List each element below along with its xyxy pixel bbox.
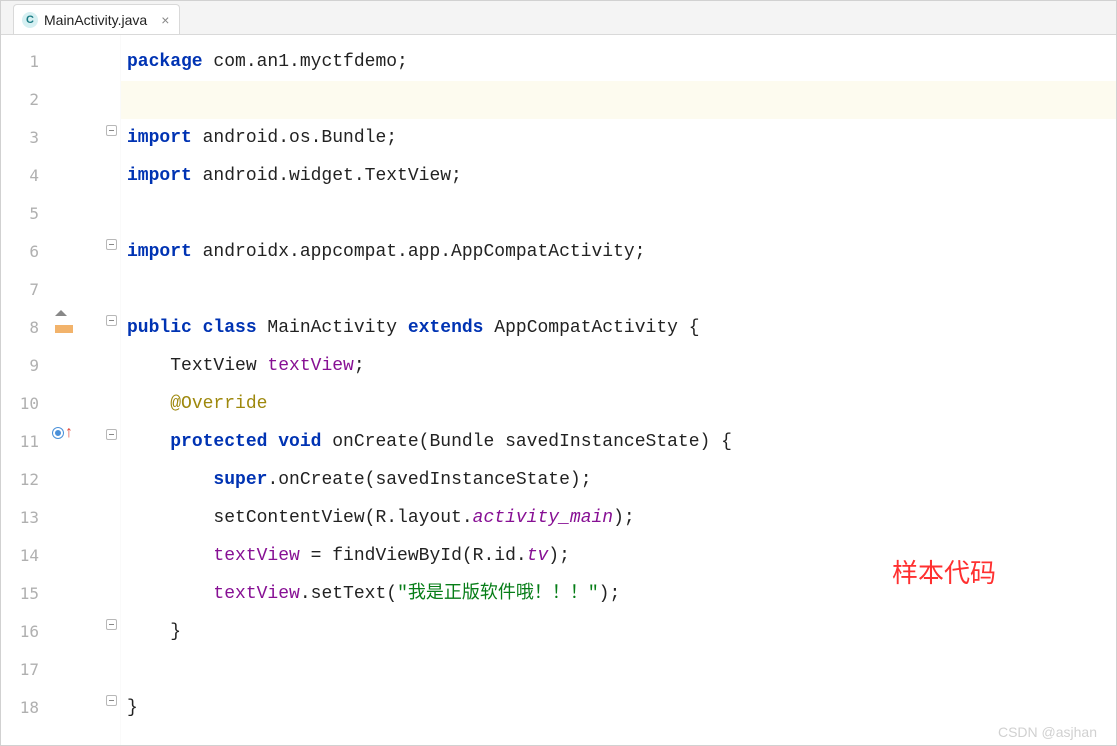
watermark: CSDN @asjhan (998, 724, 1097, 740)
line-number: 2 (1, 81, 49, 119)
code-area[interactable]: package com.an1.myctfdemo; import androi… (121, 35, 1116, 745)
code-line: import androidx.appcompat.app.AppCompatA… (121, 233, 1116, 271)
line-number: 10 (1, 385, 49, 423)
fold-toggle-icon[interactable] (106, 619, 117, 630)
fold-toggle-icon[interactable] (106, 239, 117, 250)
code-line (121, 81, 1116, 119)
code-line: } (121, 689, 1116, 727)
line-number: 13 (1, 499, 49, 537)
code-line (121, 195, 1116, 233)
line-number: 9 (1, 347, 49, 385)
editor-window: C MainActivity.java × 1 2 3 4 5 6 7 8 9 … (0, 0, 1117, 746)
code-line: TextView textView; (121, 347, 1116, 385)
fold-toggle-icon[interactable] (106, 429, 117, 440)
file-tab[interactable]: C MainActivity.java × (13, 4, 180, 34)
annotation-label: 样本代码 (892, 553, 996, 590)
icon-gutter: ↑ (49, 35, 103, 745)
code-editor[interactable]: 1 2 3 4 5 6 7 8 9 10 11 12 13 14 15 16 1… (1, 35, 1116, 745)
code-line: super.onCreate(savedInstanceState); (121, 461, 1116, 499)
line-number: 18 (1, 689, 49, 727)
fold-toggle-icon[interactable] (106, 695, 117, 706)
code-line: import android.os.Bundle; (121, 119, 1116, 157)
line-number: 4 (1, 157, 49, 195)
line-number-gutter: 1 2 3 4 5 6 7 8 9 10 11 12 13 14 15 16 1… (1, 35, 49, 745)
line-number: 7 (1, 271, 49, 309)
code-line (121, 271, 1116, 309)
fold-gutter (103, 35, 121, 745)
code-line: package com.an1.myctfdemo; (121, 43, 1116, 81)
close-icon[interactable]: × (161, 12, 169, 28)
line-number: 3 (1, 119, 49, 157)
code-line: @Override (121, 385, 1116, 423)
line-number: 15 (1, 575, 49, 613)
fold-toggle-icon[interactable] (106, 315, 117, 326)
code-line: protected void onCreate(Bundle savedInst… (121, 423, 1116, 461)
code-line: setContentView(R.layout.activity_main); (121, 499, 1116, 537)
code-line: } (121, 613, 1116, 651)
line-number: 14 (1, 537, 49, 575)
code-line: public class MainActivity extends AppCom… (121, 309, 1116, 347)
override-gutter-icon[interactable]: ↑ (49, 415, 103, 453)
fold-toggle-icon[interactable] (106, 125, 117, 136)
line-number: 5 (1, 195, 49, 233)
line-number: 16 (1, 613, 49, 651)
line-number: 1 (1, 43, 49, 81)
code-line (121, 651, 1116, 689)
line-number: 11 (1, 423, 49, 461)
class-gutter-icon[interactable] (49, 301, 103, 339)
code-line: import android.widget.TextView; (121, 157, 1116, 195)
line-number: 8 (1, 309, 49, 347)
line-number: 12 (1, 461, 49, 499)
line-number: 6 (1, 233, 49, 271)
line-number: 17 (1, 651, 49, 689)
class-file-icon: C (22, 12, 38, 28)
tab-filename: MainActivity.java (44, 12, 147, 28)
tab-bar: C MainActivity.java × (1, 1, 1116, 35)
